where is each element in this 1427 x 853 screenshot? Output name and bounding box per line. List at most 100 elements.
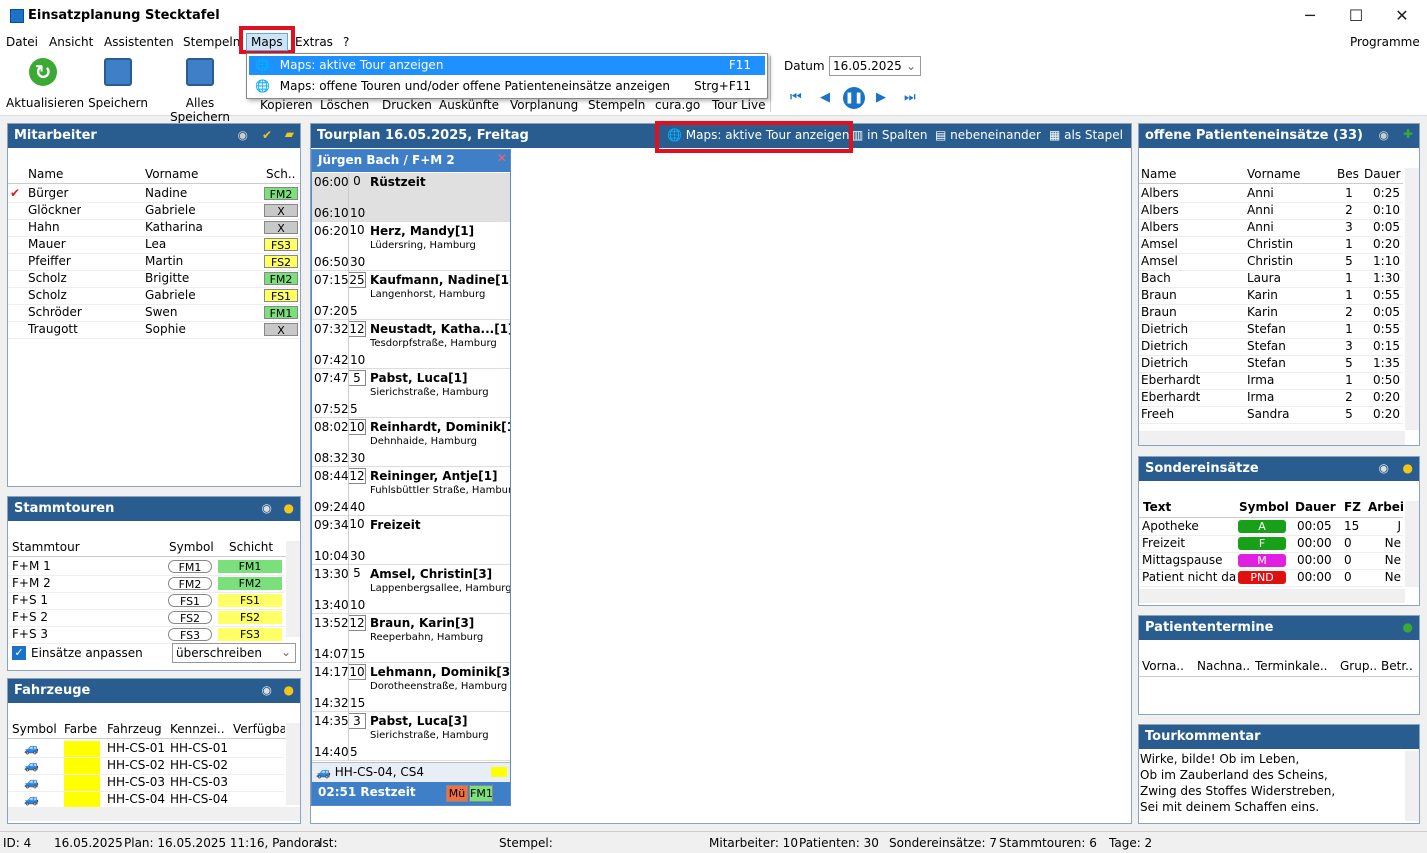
copy-button[interactable]: Kopieren [260,98,313,112]
vorplanung-button[interactable]: Vorplanung [510,98,578,112]
menu-assistenten[interactable]: Assistenten [104,35,174,49]
table-row[interactable]: Scholz Brigitte FM2 [8,271,300,288]
scrollbar[interactable] [286,541,300,637]
tour-header[interactable]: Jürgen Bach / F+M 2 ✕ [312,150,510,172]
mode-select[interactable]: überschreiben ⌄ [172,643,296,663]
edit-icon[interactable]: ● [284,501,294,515]
table-row[interactable]: Eberhardt Irma 1 0:50 [1139,373,1403,390]
col-kennzeichen[interactable]: Kennzei.. [170,722,225,736]
refresh-button[interactable]: ↻ Aktualisieren [6,58,84,110]
menu-ansicht[interactable]: Ansicht [49,35,93,49]
maps-active-tour-button[interactable]: 🌐 Maps: aktive Tour anzeigen [667,128,849,142]
table-row[interactable]: Amsel Christin 5 1:10 [1139,254,1403,271]
add-icon[interactable]: ✚ [1403,127,1413,141]
scrollbar[interactable] [1405,501,1419,587]
stapel-button[interactable]: ▦ als Stapel [1049,128,1123,142]
menu-stempeln[interactable]: Stempeln [183,35,240,49]
col-farbe[interactable]: Farbe [64,722,97,736]
col-arbeit[interactable]: Arbei [1368,500,1404,514]
table-row[interactable]: 🚙 HH-CS-02 HH-CS-02 [8,758,284,775]
scrollbar[interactable] [286,723,300,805]
col-nachname[interactable]: Nachna.. [1197,659,1250,673]
menu-programme[interactable]: Programme [1350,35,1420,49]
col-name[interactable]: Name [28,167,63,181]
col-dauer[interactable]: Dauer [1364,167,1401,181]
table-row[interactable]: Schröder Swen FM1 [8,305,300,322]
table-row[interactable]: Albers Anni 2 0:10 [1139,203,1403,220]
edit-icon[interactable]: ● [284,683,294,697]
table-row[interactable]: Glöckner Gabriele X [8,203,300,220]
stempeln-button[interactable]: Stempeln [588,98,645,112]
col-schicht[interactable]: Sch.. [266,167,295,181]
table-row[interactable]: F+M 1 FM1 FM1 [8,559,284,576]
spalten-button[interactable]: ▥ in Spalten [852,128,928,142]
tour-entry[interactable]: 14:35 3 Pabst, Luca[3] Sierichstraße, Hambu… [312,712,510,761]
col-fz[interactable]: FZ [1344,500,1361,514]
h-scrollbar[interactable] [1139,589,1405,603]
print-button[interactable]: Drucken [382,98,432,112]
table-row[interactable]: Scholz Gabriele FS1 [8,288,300,305]
date-picker[interactable]: 16.05.2025 ⌄ [829,56,921,76]
menu-extras[interactable]: Extras [295,35,333,49]
table-row[interactable]: Dietrich Stefan 3 0:15 [1139,339,1403,356]
tour-entry[interactable]: 08:02 10 Reinhardt, Dominik[1] Dehnhaide, H… [312,418,510,467]
col-name[interactable]: Name [1141,167,1176,181]
delete-button[interactable]: Löschen [320,98,369,112]
maximize-button[interactable]: ☐ [1333,0,1379,32]
pause-icon[interactable]: ❚❚ [843,87,865,109]
table-row[interactable]: Mauer Lea FS3 [8,237,300,254]
col-symbol[interactable]: Symbol [12,722,57,736]
table-row[interactable]: Bach Laura 1 1:30 [1139,271,1403,288]
col-verfuegbar[interactable]: Verfügba [233,722,285,736]
close-icon[interactable]: ✕ [497,151,507,165]
close-button[interactable]: ✕ [1379,0,1425,32]
table-row[interactable]: Mittagspause M 00:00 0 Ne [1139,553,1403,570]
nebeneinander-button[interactable]: ▤ nebeneinander [935,128,1041,142]
info-button[interactable]: Auskünfte [439,98,499,112]
settings-icon[interactable]: ◉ [1379,128,1389,142]
edit-icon[interactable]: ● [1403,461,1413,475]
next-icon[interactable]: ▶ [876,90,886,105]
tour-entry[interactable]: 07:15 25 Kaufmann, Nadine[1] Langenhorst, H… [312,271,510,320]
table-row[interactable]: 🚙 HH-CS-03 HH-CS-03 [8,775,284,792]
col-betreff[interactable]: Betr.. [1381,659,1413,673]
table-row[interactable]: F+S 3 FS3 FS3 [8,627,284,644]
menu-maps-open-tours[interactable]: 🌐 Maps: offene Touren und/oder offene Pa… [249,77,765,96]
menu-maps-active-tour[interactable]: 🌐 Maps: aktive Tour anzeigen F11 [249,56,765,75]
table-row[interactable]: 🚙 HH-CS-01 HH-CS-01 [8,741,284,758]
col-schicht[interactable]: Schicht [229,540,273,554]
eye-icon[interactable]: ◉ [262,683,272,697]
h-scrollbar[interactable] [1139,431,1405,445]
table-row[interactable]: F+M 2 FM2 FM2 [8,576,284,593]
col-vorname[interactable]: Vorname [1247,167,1300,181]
h-scrollbar[interactable] [8,807,300,821]
col-stammtour[interactable]: Stammtour [12,540,80,554]
table-row[interactable]: Dietrich Stefan 5 1:35 [1139,356,1403,373]
table-row[interactable]: Patient nicht da PND 00:00 0 Ne [1139,570,1403,587]
last-icon[interactable]: ⏭ [904,90,916,105]
eye-icon[interactable]: ◉ [262,501,272,515]
col-vorname[interactable]: Vorna.. [1142,659,1184,673]
table-row[interactable]: Freeh Sandra 5 0:20 [1139,407,1403,424]
table-row[interactable]: Freizeit F 00:00 0 Ne [1139,536,1403,553]
table-row[interactable]: Pfeiffer Martin FS2 [8,254,300,271]
tour-entry[interactable]: 07:32 12 Neustadt, Katha...[1] Tesdorpfstra… [312,320,510,369]
tourlive-button[interactable]: Tour Live [712,98,766,112]
table-row[interactable]: Braun Karin 2 0:05 [1139,305,1403,322]
tour-entry[interactable]: 13:30 5 Amsel, Christin[3] Lappenbergsallee… [312,565,510,614]
table-row[interactable]: Albers Anni 1 0:25 [1139,186,1403,203]
menu-help[interactable]: ? [343,35,349,49]
table-row[interactable]: Apotheke A 00:05 15 J [1139,519,1403,536]
col-gruppe[interactable]: Grup.. [1340,659,1377,673]
menu-datei[interactable]: Datei [6,35,38,49]
minimize-button[interactable]: ─ [1287,0,1333,32]
table-row[interactable]: Braun Karin 1 0:55 [1139,288,1403,305]
save-all-button[interactable]: Alles Speichern [155,58,245,124]
tour-entry[interactable]: 06:00 0 Rüstzeit 06:10 10 [312,173,510,222]
col-dauer[interactable]: Dauer [1295,500,1336,514]
first-icon[interactable]: ⏮ [790,90,802,105]
tour-entry[interactable]: 08:44 12 Reininger, Antje[1] Fuhlsbüttler S… [312,467,510,516]
col-vorname[interactable]: Vorname [145,167,198,181]
table-row[interactable]: F+S 2 FS2 FS2 [8,610,284,627]
col-terminkalender[interactable]: Terminkale.. [1255,659,1327,673]
